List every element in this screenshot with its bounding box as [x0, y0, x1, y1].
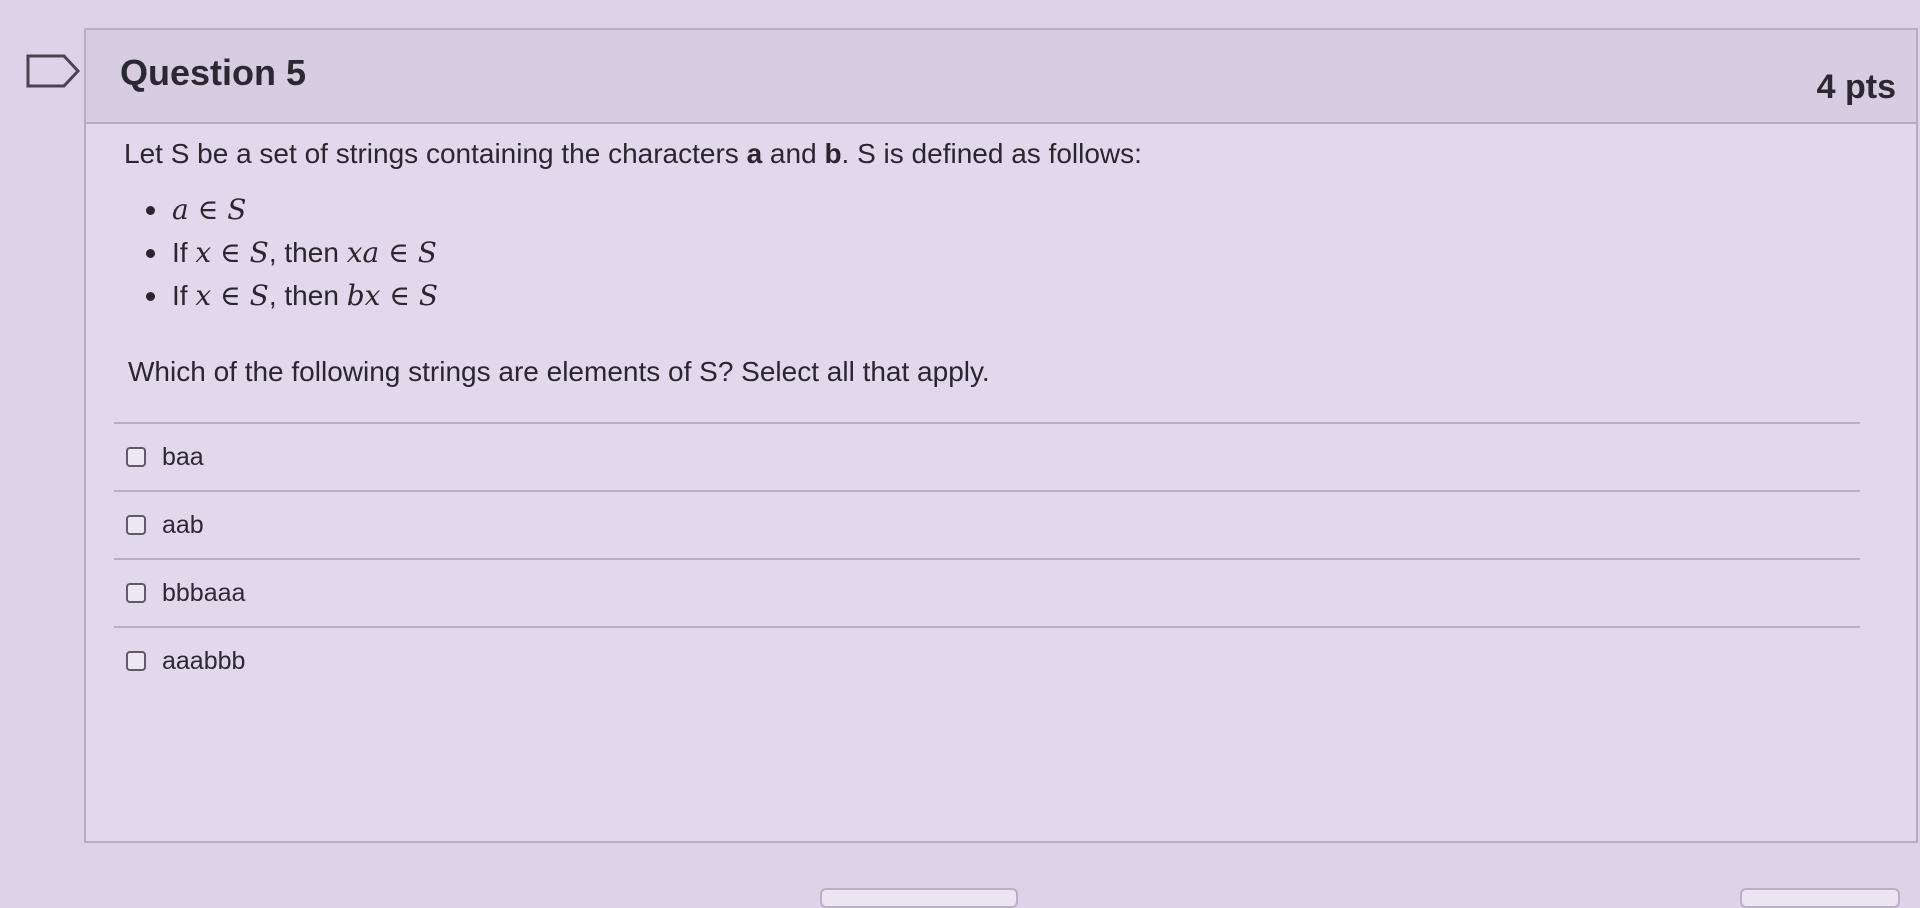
rule-middle: , then — [268, 280, 347, 311]
rule-math-1: a ∈ S — [172, 193, 247, 226]
rule-item: If x ∈ S, then xa ∈ S — [144, 231, 438, 274]
navigation-button-partial[interactable] — [1740, 888, 1900, 908]
answer-checkbox[interactable] — [126, 515, 146, 535]
intro-char-b: b — [824, 138, 842, 169]
intro-char-a: a — [746, 138, 763, 169]
answer-label: bbbaaa — [162, 578, 246, 607]
answer-list: baa aab bbbaaa aaabbb — [114, 422, 1860, 694]
intro-and: and — [762, 138, 825, 169]
intro-prefix: Let S be a set of strings containing the… — [124, 138, 747, 169]
question-intro: Let S be a set of strings containing the… — [124, 136, 1142, 172]
question-header: Question 5 4 pts — [86, 30, 1916, 124]
answer-option-baa[interactable]: baa — [114, 424, 1860, 490]
answer-checkbox[interactable] — [126, 583, 146, 603]
rule-middle: , then — [268, 237, 347, 268]
rule-math-2: bx ∈ S — [346, 279, 439, 312]
answer-option-aab[interactable]: aab — [114, 492, 1860, 558]
answer-checkbox[interactable] — [126, 447, 146, 467]
question-title: Question 5 — [120, 52, 307, 93]
answer-option-bbbaaa[interactable]: bbbaaa — [114, 560, 1860, 626]
answer-label: aaabbb — [162, 646, 246, 675]
navigation-button-partial[interactable] — [820, 888, 1018, 908]
answer-option-aaabbb[interactable]: aaabbb — [114, 628, 1860, 694]
question-prompt: Which of the following strings are eleme… — [128, 356, 990, 387]
rule-math-2: xa ∈ S — [346, 236, 437, 269]
answer-label: baa — [162, 442, 204, 471]
flag-question-icon[interactable] — [26, 52, 86, 90]
intro-suffix: . S is defined as follows: — [841, 138, 1142, 169]
question-points: 4 pts — [1816, 68, 1896, 106]
rule-item: If x ∈ S, then bx ∈ S — [144, 274, 438, 317]
answer-label: aab — [162, 510, 204, 539]
answer-checkbox[interactable] — [126, 651, 146, 671]
rule-prefix: If — [172, 280, 196, 311]
rule-item: a ∈ S — [144, 188, 438, 231]
rule-prefix: If — [172, 237, 196, 268]
question-card: Question 5 4 pts Let S be a set of strin… — [84, 28, 1918, 843]
rule-math-1: x ∈ S — [195, 279, 269, 312]
definition-rules: a ∈ S If x ∈ S, then xa ∈ S If x ∈ S, th… — [144, 188, 438, 317]
rule-math-1: x ∈ S — [195, 236, 269, 269]
